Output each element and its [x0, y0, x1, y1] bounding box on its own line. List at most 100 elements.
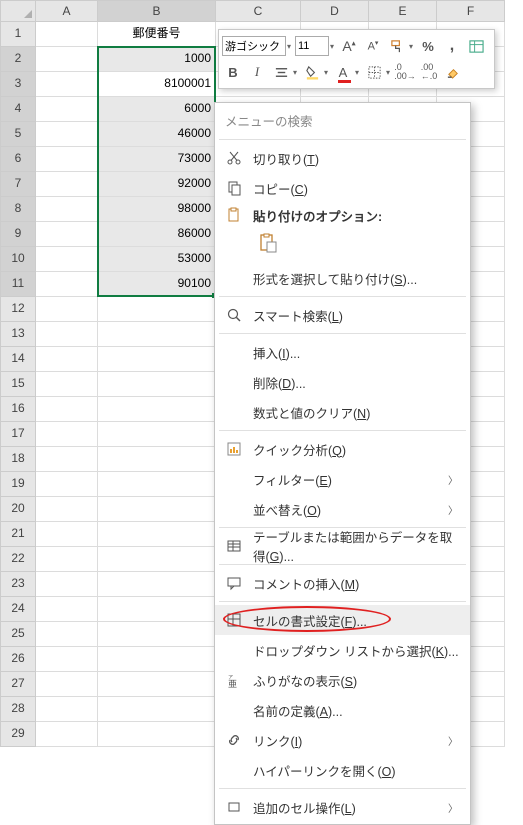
- cell-A9[interactable]: [36, 222, 98, 247]
- decrease-decimal-button[interactable]: .00←.0: [418, 61, 440, 83]
- cell-B23[interactable]: [98, 572, 216, 597]
- cell-B26[interactable]: [98, 647, 216, 672]
- row-header-25[interactable]: 25: [0, 622, 36, 647]
- menu-insert[interactable]: 挿入(I)...: [215, 337, 470, 367]
- bold-button[interactable]: B: [222, 61, 244, 83]
- menu-define-name[interactable]: 名前の定義(A)...: [215, 695, 470, 725]
- cell-A26[interactable]: [36, 647, 98, 672]
- cell-B9[interactable]: 86000: [98, 222, 216, 247]
- row-header-13[interactable]: 13: [0, 322, 36, 347]
- cell-A4[interactable]: [36, 97, 98, 122]
- cell-A24[interactable]: [36, 597, 98, 622]
- cell-B19[interactable]: [98, 472, 216, 497]
- decrease-font-button[interactable]: A▾: [362, 35, 384, 57]
- row-header-2[interactable]: 2: [0, 47, 36, 72]
- row-header-26[interactable]: 26: [0, 647, 36, 672]
- cell-B6[interactable]: 73000: [98, 147, 216, 172]
- font-name-select[interactable]: [222, 36, 286, 56]
- menu-dropdown-list[interactable]: ドロップダウン リストから選択(K)...: [215, 635, 470, 665]
- menu-get-data[interactable]: テーブルまたは範囲からデータを取得(G)...: [215, 531, 470, 561]
- row-header-11[interactable]: 11: [0, 272, 36, 297]
- row-header-12[interactable]: 12: [0, 297, 36, 322]
- row-header-15[interactable]: 15: [0, 372, 36, 397]
- cell-B22[interactable]: [98, 547, 216, 572]
- row-header-6[interactable]: 6: [0, 147, 36, 172]
- cell-B11[interactable]: 90100: [98, 272, 216, 297]
- cell-B18[interactable]: [98, 447, 216, 472]
- menu-format-cells[interactable]: セルの書式設定(F)...: [215, 605, 470, 635]
- menu-sort[interactable]: 並べ替え(O)〉: [215, 494, 470, 524]
- column-header-D[interactable]: D: [301, 0, 369, 22]
- cell-A14[interactable]: [36, 347, 98, 372]
- cell-A11[interactable]: [36, 272, 98, 297]
- italic-button[interactable]: I: [246, 61, 268, 83]
- cell-B20[interactable]: [98, 497, 216, 522]
- row-header-20[interactable]: 20: [0, 497, 36, 522]
- menu-search[interactable]: メニューの検索: [215, 105, 470, 136]
- row-header-14[interactable]: 14: [0, 347, 36, 372]
- increase-font-button[interactable]: A▴: [338, 35, 360, 57]
- chevron-down-icon[interactable]: ▾: [322, 68, 330, 77]
- cell-A23[interactable]: [36, 572, 98, 597]
- paste-option-default[interactable]: [253, 229, 283, 257]
- cell-A6[interactable]: [36, 147, 98, 172]
- column-header-A[interactable]: A: [36, 0, 98, 22]
- menu-smart-lookup[interactable]: スマート検索(L): [215, 300, 470, 330]
- cell-A18[interactable]: [36, 447, 98, 472]
- select-all-corner[interactable]: [0, 0, 36, 22]
- row-header-7[interactable]: 7: [0, 172, 36, 197]
- row-header-27[interactable]: 27: [0, 672, 36, 697]
- cell-A27[interactable]: [36, 672, 98, 697]
- comma-button[interactable]: ,: [441, 35, 463, 57]
- chevron-down-icon[interactable]: ▾: [285, 42, 293, 51]
- format-painter-button[interactable]: [386, 35, 408, 57]
- column-header-F[interactable]: F: [437, 0, 505, 22]
- column-header-C[interactable]: C: [216, 0, 301, 22]
- cell-A7[interactable]: [36, 172, 98, 197]
- cell-B29[interactable]: [98, 722, 216, 747]
- column-header-B[interactable]: B: [98, 0, 216, 22]
- chevron-down-icon[interactable]: ▾: [291, 68, 299, 77]
- cell-A25[interactable]: [36, 622, 98, 647]
- chevron-down-icon[interactable]: ▾: [407, 42, 415, 51]
- cell-A2[interactable]: [36, 47, 98, 72]
- row-header-5[interactable]: 5: [0, 122, 36, 147]
- cell-B16[interactable]: [98, 397, 216, 422]
- cell-A12[interactable]: [36, 297, 98, 322]
- cell-A3[interactable]: [36, 72, 98, 97]
- cell-A5[interactable]: [36, 122, 98, 147]
- increase-decimal-button[interactable]: .0.00→: [394, 61, 416, 83]
- cell-A1[interactable]: [36, 22, 98, 47]
- menu-additional-cell-op[interactable]: 追加のセル操作(L)〉: [215, 792, 470, 822]
- row-header-1[interactable]: 1: [0, 22, 36, 47]
- cell-A28[interactable]: [36, 697, 98, 722]
- row-header-23[interactable]: 23: [0, 572, 36, 597]
- cell-A20[interactable]: [36, 497, 98, 522]
- cell-A19[interactable]: [36, 472, 98, 497]
- column-header-E[interactable]: E: [369, 0, 437, 22]
- chevron-down-icon[interactable]: ▾: [384, 68, 392, 77]
- cell-B13[interactable]: [98, 322, 216, 347]
- cell-B10[interactable]: 53000: [98, 247, 216, 272]
- row-header-17[interactable]: 17: [0, 422, 36, 447]
- menu-copy[interactable]: コピー(C): [215, 173, 470, 203]
- cell-B7[interactable]: 92000: [98, 172, 216, 197]
- cell-A15[interactable]: [36, 372, 98, 397]
- menu-filter[interactable]: フィルター(E)〉: [215, 464, 470, 494]
- menu-link[interactable]: リンク(I)〉: [215, 725, 470, 755]
- cell-A17[interactable]: [36, 422, 98, 447]
- borders-button[interactable]: [363, 61, 385, 83]
- row-header-24[interactable]: 24: [0, 597, 36, 622]
- cell-A16[interactable]: [36, 397, 98, 422]
- clear-format-button[interactable]: [442, 61, 464, 83]
- cell-B28[interactable]: [98, 697, 216, 722]
- cell-A10[interactable]: [36, 247, 98, 272]
- cell-B25[interactable]: [98, 622, 216, 647]
- row-header-19[interactable]: 19: [0, 472, 36, 497]
- row-header-16[interactable]: 16: [0, 397, 36, 422]
- row-header-10[interactable]: 10: [0, 247, 36, 272]
- cell-B1[interactable]: 郵便番号: [98, 22, 216, 47]
- menu-delete[interactable]: 削除(D)...: [215, 367, 470, 397]
- percent-button[interactable]: %: [417, 35, 439, 57]
- row-header-22[interactable]: 22: [0, 547, 36, 572]
